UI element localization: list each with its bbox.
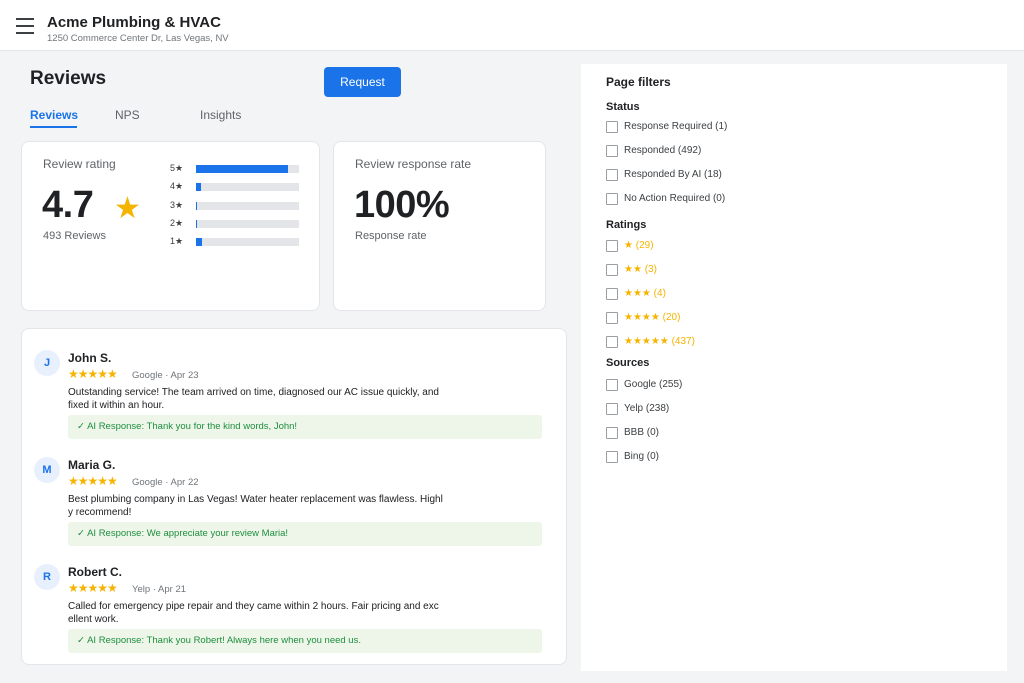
reviewer-name: John S.: [68, 351, 112, 365]
ai-response: ✓ AI Response: Thank you Robert! Always …: [68, 629, 542, 653]
page-filters-panel: Page filters Status Response Required (1…: [581, 64, 1007, 671]
hamburger-menu-icon[interactable]: [16, 18, 34, 34]
response-rate-value: 100%: [354, 184, 450, 226]
filters-title: Page filters: [606, 75, 671, 89]
response-card-label: Review response rate: [355, 157, 472, 171]
review-meta: Google · Apr 22: [132, 477, 199, 488]
review-rating-card: Review rating 4.7 ★ 493 Reviews 5★ 4★ 3★…: [21, 141, 320, 311]
tab-nps[interactable]: NPS: [115, 108, 140, 122]
reviewer-name: Robert C.: [68, 565, 122, 579]
filter-label: Google (255): [624, 379, 683, 390]
distribution-track: [196, 183, 299, 191]
distribution-fill: [196, 165, 288, 173]
distribution-track: [196, 202, 299, 210]
filter-label: Responded By AI (18): [624, 169, 722, 180]
rating-star-icon: ★: [114, 192, 141, 225]
filter-label: ★★★★ (20): [624, 312, 681, 323]
request-button[interactable]: Request: [324, 67, 401, 97]
page-title: Reviews: [30, 68, 107, 89]
checkbox[interactable]: [606, 240, 618, 252]
review-meta: Google · Apr 23: [132, 370, 199, 381]
filter-label: No Action Required (0): [624, 193, 726, 204]
distribution-label: 2★: [170, 218, 184, 228]
checkbox[interactable]: [606, 288, 618, 300]
review-meta: Yelp · Apr 21: [132, 584, 187, 595]
distribution-track: [196, 220, 299, 228]
review-text: Called for emergency pipe repair and the…: [68, 601, 439, 625]
distribution-row-4: 4★: [170, 181, 300, 193]
review-stars: ★★★★★: [68, 367, 118, 381]
tab-reviews[interactable]: Reviews: [30, 108, 78, 122]
ai-response: ✓ AI Response: We appreciate your review…: [68, 522, 542, 546]
checkbox[interactable]: [606, 169, 618, 181]
filter-label: Response Required (1): [624, 121, 728, 132]
checkbox[interactable]: [606, 312, 618, 324]
tab-insights[interactable]: Insights: [200, 108, 241, 122]
distribution-label: 3★: [170, 200, 184, 210]
checkbox[interactable]: [606, 264, 618, 276]
distribution-label: 1★: [170, 236, 184, 246]
filter-label: ★ (29): [624, 240, 654, 251]
review-stars: ★★★★★: [68, 474, 118, 488]
reviews-list: J John S. ★★★★★ Google · Apr 23 Outstand…: [21, 328, 567, 665]
distribution-label: 4★: [170, 181, 184, 191]
filter-label: ★★★★★ (437): [624, 336, 695, 347]
review-stars: ★★★★★: [68, 581, 118, 595]
distribution-row-2: 2★: [170, 218, 300, 230]
checkbox[interactable]: [606, 193, 618, 205]
distribution-fill: [196, 202, 198, 210]
checkbox[interactable]: [606, 145, 618, 157]
reviewer-name: Maria G.: [68, 458, 116, 472]
response-rate-card: Review response rate 100% Response rate: [333, 141, 546, 311]
filter-label: ★★★ (4): [624, 288, 666, 299]
checkbox[interactable]: [606, 427, 618, 439]
distribution-row-1: 1★: [170, 236, 300, 248]
checkbox[interactable]: [606, 336, 618, 348]
business-name: Acme Plumbing & HVAC: [47, 14, 221, 31]
sources-section-title: Sources: [606, 357, 650, 369]
business-address: 1250 Commerce Center Dr, Las Vegas, NV: [47, 33, 229, 44]
checkbox[interactable]: [606, 121, 618, 133]
checkbox[interactable]: [606, 403, 618, 415]
avatar: J: [34, 350, 60, 376]
distribution-fill: [196, 183, 202, 191]
distribution-row-3: 3★: [170, 200, 300, 212]
filter-label: BBB (0): [624, 427, 660, 438]
distribution-track: [196, 165, 299, 173]
distribution-row-5: 5★: [170, 163, 300, 175]
filter-label: Yelp (238): [624, 403, 670, 414]
active-tab-indicator: [30, 126, 77, 128]
distribution-track: [196, 238, 299, 246]
filter-label: ★★ (3): [624, 264, 657, 275]
app-header: Acme Plumbing & HVAC 1250 Commerce Cente…: [0, 0, 1024, 51]
status-section-title: Status: [606, 101, 640, 113]
ai-response: ✓ AI Response: Thank you for the kind wo…: [68, 415, 542, 439]
checkbox[interactable]: [606, 451, 618, 463]
avatar: R: [34, 564, 60, 590]
filter-label: Responded (492): [624, 145, 702, 156]
checkbox[interactable]: [606, 379, 618, 391]
review-text: Best plumbing company in Las Vegas! Wate…: [68, 494, 443, 518]
review-count: 493 Reviews: [43, 230, 106, 242]
ratings-section-title: Ratings: [606, 219, 647, 231]
avatar: M: [34, 457, 60, 483]
average-rating: 4.7: [42, 184, 94, 226]
distribution-fill: [196, 238, 203, 246]
review-text: Outstanding service! The team arrived on…: [68, 387, 439, 411]
distribution-label: 5★: [170, 163, 184, 173]
response-rate-sub: Response rate: [355, 230, 427, 242]
rating-card-label: Review rating: [43, 157, 116, 171]
distribution-fill: [196, 220, 198, 228]
filter-label: Bing (0): [624, 451, 660, 462]
